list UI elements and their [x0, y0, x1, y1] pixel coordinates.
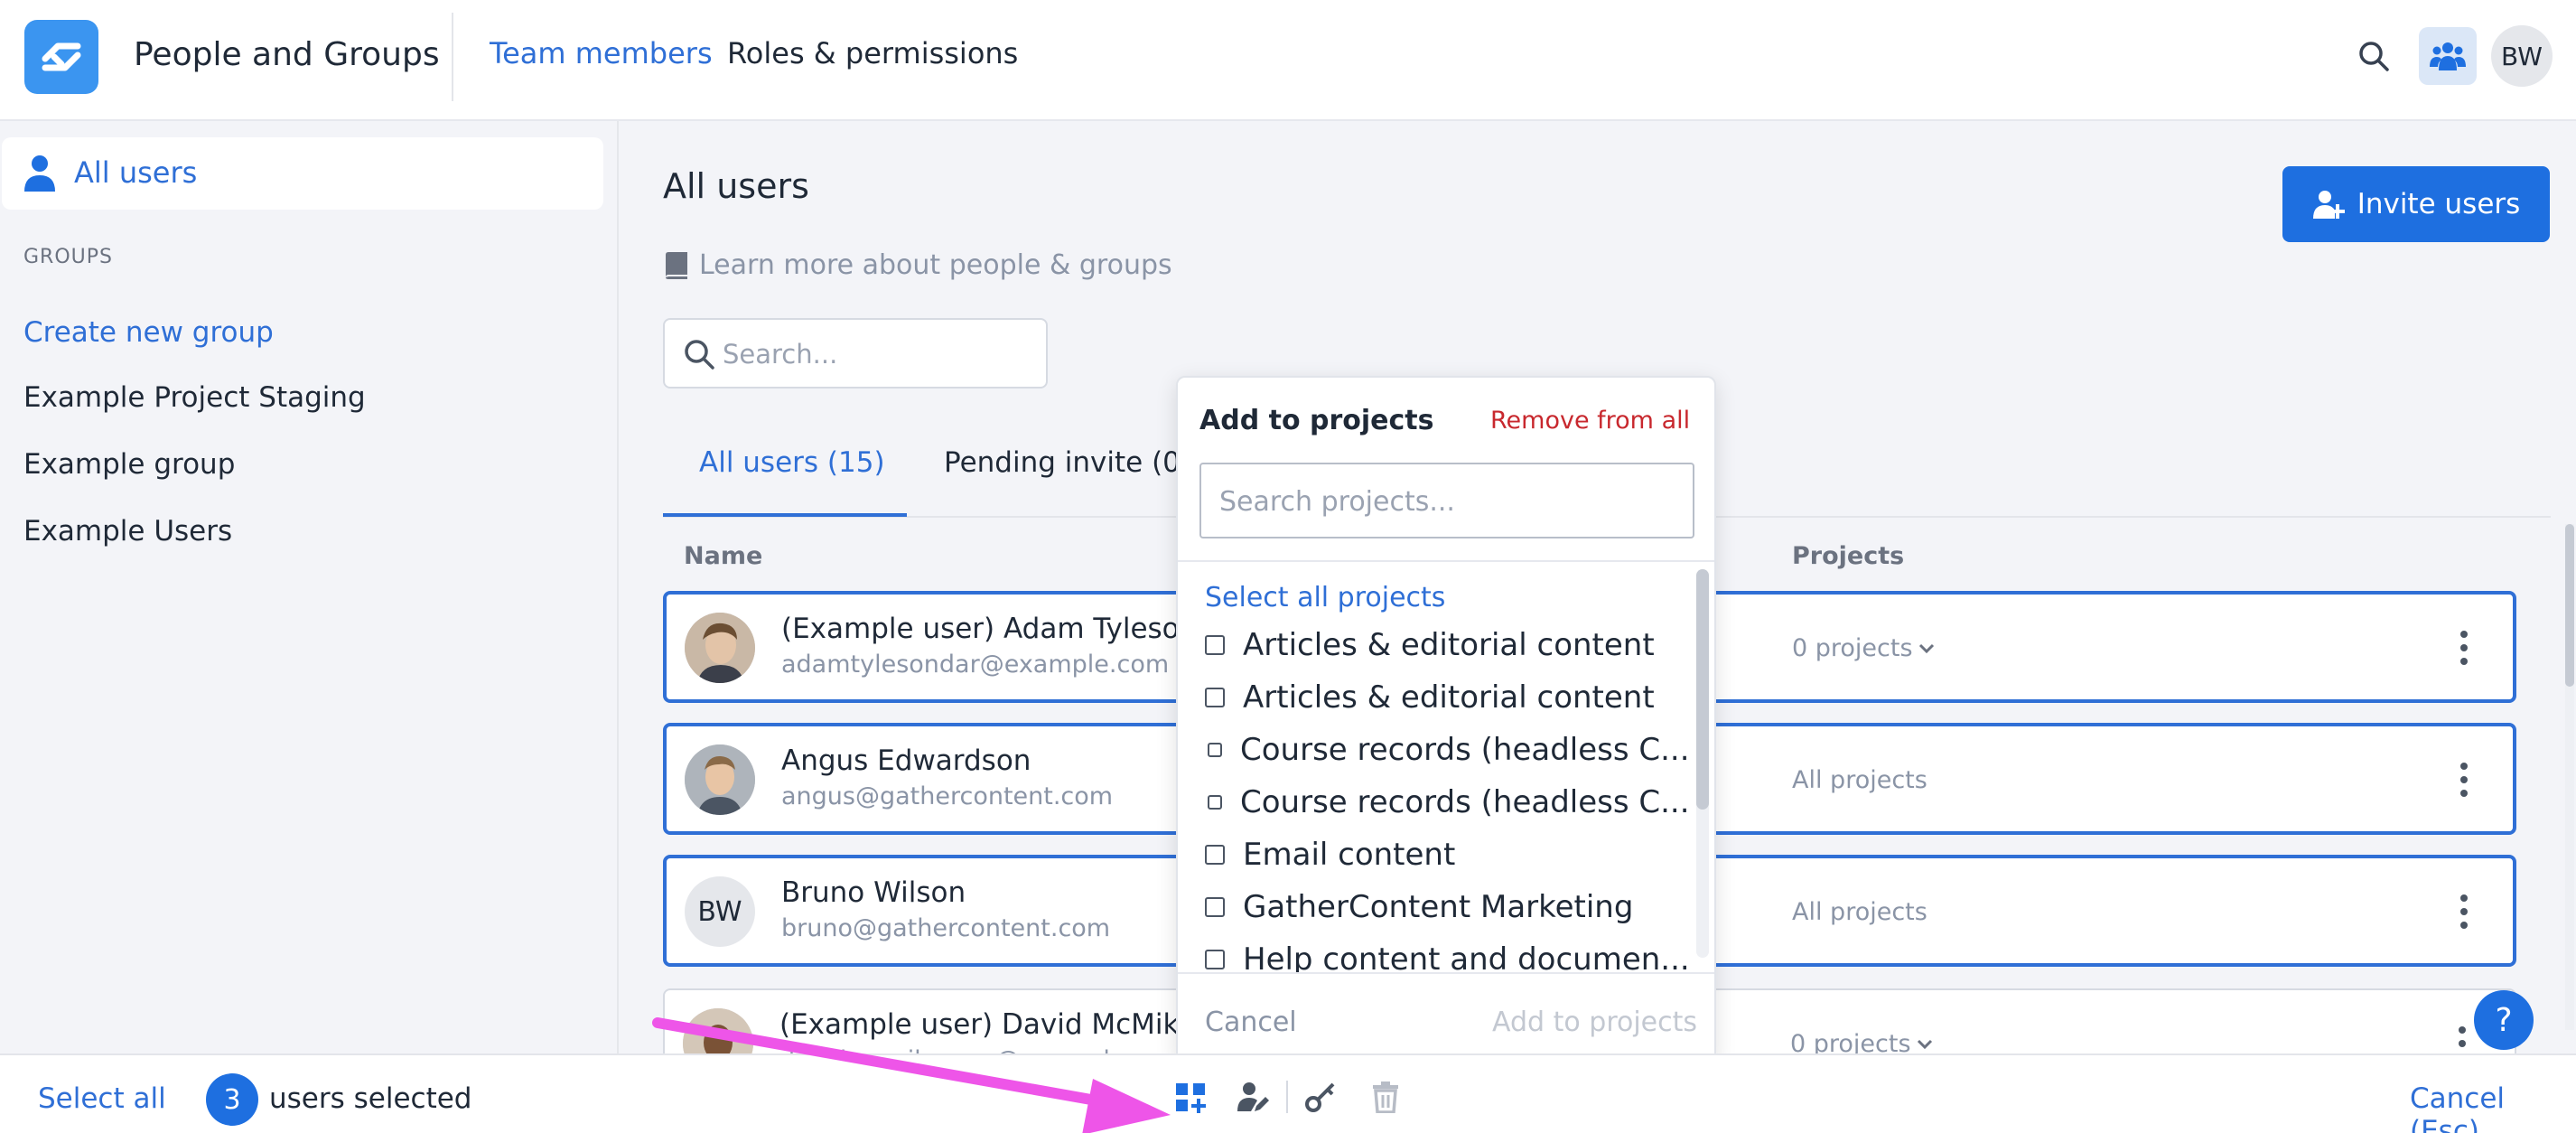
team-icon[interactable] — [2419, 27, 2477, 85]
project-option[interactable]: Course records (headless C... — [1205, 732, 1690, 768]
column-header-projects: Projects — [1792, 542, 1905, 570]
select-all-projects-link[interactable]: Select all projects — [1205, 582, 1445, 613]
projects-dropdown[interactable]: 0 projects — [1792, 634, 1935, 662]
project-label: Help content and documen... — [1243, 941, 1690, 972]
project-label: Course records (headless C... — [1240, 784, 1690, 820]
checkbox[interactable] — [1205, 950, 1225, 969]
learn-more-link[interactable]: Learn more about people & groups — [663, 249, 1172, 281]
page-scrollbar-thumb[interactable] — [2565, 524, 2574, 687]
add-to-projects-popover: Add to projects Remove from all Select a… — [1176, 376, 1716, 1064]
user-email: adamtylesondar@example.com — [781, 651, 1170, 679]
selected-count-badge: 3 — [206, 1073, 258, 1126]
sidebar: All users GROUPS Create new group Exampl… — [0, 121, 619, 1053]
project-option[interactable]: GatherContent Marketing — [1205, 889, 1633, 925]
tab-all-users[interactable]: All users (15) — [699, 446, 885, 479]
avatar — [685, 613, 755, 683]
project-option[interactable]: Course records (headless C... — [1205, 784, 1690, 820]
popover-cancel-button[interactable]: Cancel — [1205, 1007, 1297, 1038]
checkbox[interactable] — [1208, 795, 1222, 810]
projects-count: All projects — [1792, 766, 1927, 794]
user-name: (Example user) Adam Tylesondar — [781, 613, 1244, 645]
user-search-field[interactable] — [663, 318, 1048, 389]
bulk-action-bar: Select all 3 users selected Cancel (Esc) — [0, 1053, 2576, 1133]
column-header-name: Name — [684, 542, 763, 570]
user-email: bruno@gathercontent.com — [781, 914, 1111, 942]
projects-count: All projects — [1792, 898, 1927, 926]
checkbox[interactable] — [1208, 743, 1222, 757]
chevron-down-icon — [1917, 1039, 1932, 1049]
invite-users-button[interactable]: Invite users — [2282, 166, 2550, 242]
key-icon[interactable] — [1302, 1079, 1339, 1115]
checkbox[interactable] — [1205, 845, 1225, 865]
checkbox[interactable] — [1205, 635, 1225, 655]
project-list-scrollbar-thumb[interactable] — [1696, 569, 1709, 810]
select-all-button[interactable]: Select all — [38, 1082, 166, 1115]
add-to-projects-button[interactable]: Add to projects — [1492, 1007, 1697, 1038]
divider — [1178, 972, 1714, 974]
projects-label: All projects — [1792, 898, 1927, 926]
add-user-icon — [2312, 191, 2345, 219]
active-tab-indicator — [663, 513, 907, 517]
checkbox[interactable] — [1205, 897, 1225, 917]
add-to-projects-icon[interactable] — [1172, 1079, 1209, 1115]
search-icon — [683, 338, 715, 374]
avatar: BW — [685, 876, 755, 947]
search-input[interactable] — [723, 332, 1030, 376]
projects-count: 0 projects — [1792, 634, 1913, 662]
popover-title: Add to projects — [1199, 405, 1434, 436]
app-title: People and Groups — [134, 36, 440, 73]
book-icon — [666, 251, 687, 279]
tab-pending-invite[interactable]: Pending invite (0) — [944, 446, 1191, 479]
project-label: Course records (headless C... — [1240, 732, 1690, 768]
sidebar-item-group[interactable]: Example Users — [23, 515, 232, 548]
user-name: Angus Edwardson — [781, 744, 1031, 777]
help-button[interactable]: ? — [2474, 990, 2534, 1050]
project-option[interactable]: Articles & editorial content — [1205, 679, 1655, 716]
project-label: GatherContent Marketing — [1243, 889, 1634, 925]
chevron-down-icon — [1918, 643, 1934, 653]
tab-roles-permissions[interactable]: Roles & permissions — [727, 36, 1018, 70]
divider — [452, 13, 453, 101]
project-label: Articles & editorial content — [1243, 627, 1655, 663]
project-option[interactable]: Articles & editorial content — [1205, 627, 1655, 663]
trash-icon[interactable] — [1367, 1079, 1404, 1115]
project-label: Email content — [1243, 837, 1456, 873]
remove-from-all-button[interactable]: Remove from all — [1490, 407, 1690, 435]
selected-label: users selected — [269, 1082, 472, 1115]
checkbox[interactable] — [1205, 688, 1225, 707]
person-icon — [22, 154, 58, 197]
project-list[interactable]: Select all projects Articles & editorial… — [1178, 562, 1714, 972]
row-menu-icon[interactable] — [2446, 889, 2482, 934]
project-search-input[interactable] — [1219, 481, 1671, 522]
invite-users-label: Invite users — [2357, 188, 2521, 220]
cancel-selection-button[interactable]: Cancel (Esc) — [2410, 1082, 2576, 1133]
avatar — [685, 744, 755, 815]
divider — [1286, 1081, 1288, 1113]
create-group-link[interactable]: Create new group — [23, 316, 274, 349]
sidebar-item-group[interactable]: Example Project Staging — [23, 381, 366, 414]
top-bar: People and Groups Team members Roles & p… — [0, 0, 2576, 121]
app-logo-icon[interactable] — [24, 20, 98, 94]
project-search-field[interactable] — [1199, 463, 1694, 538]
user-avatar[interactable]: BW — [2491, 25, 2553, 87]
sidebar-item-all-users[interactable]: All users — [2, 137, 603, 210]
row-menu-icon[interactable] — [2446, 625, 2482, 670]
project-label: Articles & editorial content — [1243, 679, 1655, 716]
groups-heading: GROUPS — [23, 246, 113, 268]
learn-more-text: Learn more about people & groups — [699, 249, 1172, 281]
page-title: All users — [663, 166, 809, 206]
projects-label: All projects — [1792, 766, 1927, 794]
row-menu-icon[interactable] — [2446, 757, 2482, 802]
project-option[interactable]: Email content — [1205, 837, 1455, 873]
sidebar-item-label: All users — [74, 155, 198, 190]
edit-user-icon[interactable] — [1236, 1079, 1272, 1115]
search-icon[interactable] — [2352, 34, 2395, 78]
user-email: angus@gathercontent.com — [781, 782, 1114, 810]
sidebar-item-group[interactable]: Example group — [23, 448, 235, 481]
project-option[interactable]: Help content and documen... — [1205, 941, 1690, 972]
tab-team-members[interactable]: Team members — [490, 36, 713, 70]
user-name: Bruno Wilson — [781, 876, 966, 909]
